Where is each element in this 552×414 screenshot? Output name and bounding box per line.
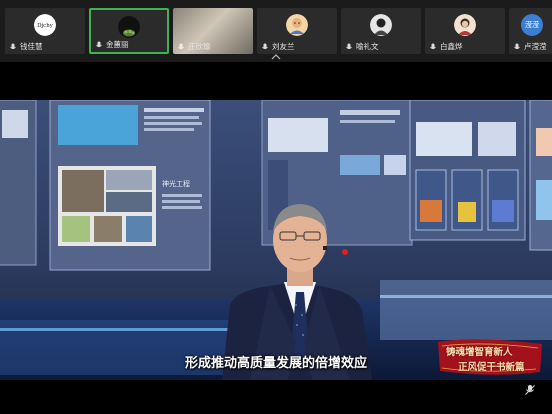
participant-tile[interactable]: 白鑫烨 xyxy=(425,8,505,54)
microphone-muted-icon[interactable] xyxy=(524,384,536,396)
participant-initials-avatar: 滢滢 xyxy=(521,14,543,36)
participant-name: 喻礼文 xyxy=(356,42,379,51)
participant-tile-active[interactable]: 金蕙丽 xyxy=(89,8,169,54)
exhibit-panel-left: 神光工程 xyxy=(0,100,211,271)
participant-tile[interactable]: 庄欣瑜 xyxy=(173,8,253,54)
video-subtitle: 形成推动高质量发展的倍增效应 xyxy=(184,356,367,371)
participant-avatar xyxy=(370,14,392,36)
participant-name: 刘友兰 xyxy=(272,42,295,51)
participant-name: 卢滢滢 xyxy=(524,42,547,51)
participant-tile[interactable]: Djchy 钱佳慧 xyxy=(5,8,85,54)
participant-avatar: Djchy xyxy=(34,14,56,36)
exhibit-panel-right xyxy=(409,100,552,251)
microphone-icon[interactable] xyxy=(345,43,353,51)
avatar-logo-text: Djchy xyxy=(37,23,54,29)
microphone-icon[interactable] xyxy=(429,43,437,51)
participant-name: 白鑫烨 xyxy=(440,42,463,51)
participant-name: 金蕙丽 xyxy=(106,40,129,49)
microphone-icon[interactable] xyxy=(177,43,185,51)
microphone-icon[interactable] xyxy=(261,43,269,51)
participant-avatar xyxy=(454,14,476,36)
chevron-up-icon[interactable] xyxy=(271,53,281,61)
exhibit-label: 神光工程 xyxy=(162,179,190,188)
participant-avatar xyxy=(286,14,308,36)
participant-tile[interactable]: 喻礼文 xyxy=(341,8,421,54)
participant-tile[interactable]: 滢滢 卢滢滢 xyxy=(509,8,552,54)
microphone-icon[interactable] xyxy=(95,41,103,49)
slogan-line-1: 铸魂增智育新人 xyxy=(446,347,513,358)
bottom-toolbar xyxy=(0,380,552,414)
participant-avatar xyxy=(118,16,140,38)
participant-tile[interactable]: 刘友兰 xyxy=(257,8,337,54)
slogan-banner: 铸魂增智育新人 正风促干书新篇 xyxy=(434,338,546,376)
microphone-icon[interactable] xyxy=(9,43,17,51)
participant-name: 钱佳慧 xyxy=(20,42,43,51)
microphone-icon[interactable] xyxy=(513,43,521,51)
slogan-line-2: 正风促干书新篇 xyxy=(458,362,525,373)
participant-name: 庄欣瑜 xyxy=(188,42,211,51)
participant-strip: Djchy 钱佳慧 金蕙丽 庄欣瑜 刘友兰 喻礼文 白鑫烨 滢滢 卢滢滢 xyxy=(0,0,552,62)
